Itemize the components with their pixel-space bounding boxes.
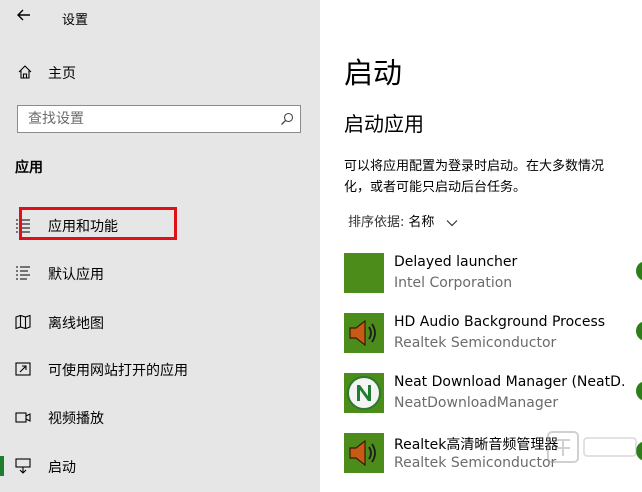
app-publisher: Realtek Semiconductor [394, 455, 557, 471]
sidebar: 设置 主页 应用 应用和功能 默认应用 离线地图 [0, 0, 320, 492]
sort-value: 名称 [408, 215, 435, 230]
sidebar-item-label: 离线地图 [48, 316, 104, 332]
sidebar-item-home[interactable]: 主页 [0, 56, 320, 88]
default-apps-icon [16, 266, 30, 280]
main-content: 启动 启动应用 可以将应用配置为登录时启动。在大多数情况 化，或者可能只启动后台… [320, 0, 642, 492]
description-line: 可以将应用配置为登录时启动。在大多数情况 [344, 159, 605, 174]
app-name: Neat Download Manager (NeatD… [394, 374, 627, 390]
selected-indicator [0, 456, 4, 476]
startup-app-row: Neat Download Manager (NeatD… NeatDownlo… [344, 371, 642, 415]
section-subtitle: 启动应用 [344, 112, 424, 136]
sidebar-item-startup[interactable]: 启动 [0, 446, 320, 486]
speaker-icon [344, 313, 384, 353]
startup-toggle[interactable] [636, 261, 642, 281]
sidebar-item-default-apps[interactable]: 默认应用 [0, 253, 320, 293]
home-label: 主页 [48, 66, 76, 82]
startup-app-row: Delayed launcher Intel Corporation [344, 251, 642, 295]
app-publisher: Intel Corporation [394, 275, 513, 291]
sidebar-item-label: 视频播放 [48, 411, 104, 427]
section-title: 应用 [15, 160, 43, 176]
app-publisher: NeatDownloadManager [394, 395, 559, 411]
apps-for-websites-icon [15, 362, 31, 376]
window-title: 设置 [62, 13, 89, 28]
startup-icon [15, 458, 31, 474]
intel-green-tile-icon [344, 253, 384, 293]
highlight-box [19, 207, 177, 240]
home-icon [18, 65, 32, 79]
startup-toggle[interactable] [636, 321, 642, 341]
chevron-down-icon [446, 219, 457, 226]
sidebar-item-offline-maps[interactable]: 离线地图 [0, 302, 320, 342]
search-input[interactable] [18, 106, 278, 132]
app-name: HD Audio Background Process [394, 314, 606, 330]
description-line: 化，或者可能只启动后台任务。 [344, 180, 527, 195]
app-publisher: Realtek Semiconductor [394, 335, 557, 351]
sidebar-item-video-playback[interactable]: 视频播放 [0, 397, 320, 437]
sidebar-item-label: 可使用网站打开的应用 [48, 363, 188, 379]
search-box[interactable] [17, 105, 301, 133]
search-icon[interactable] [280, 112, 294, 126]
sort-label: 排序依据: [348, 215, 405, 230]
sidebar-item-label: 启动 [48, 460, 76, 476]
app-name: Delayed launcher [394, 254, 518, 270]
neat-download-manager-icon [344, 373, 384, 413]
sidebar-item-apps-for-websites[interactable]: 可使用网站打开的应用 [0, 349, 320, 389]
startup-app-row: HD Audio Background Process Realtek Semi… [344, 311, 642, 355]
sidebar-item-label: 默认应用 [48, 267, 104, 283]
page-title: 启动 [344, 56, 403, 90]
back-arrow-icon[interactable] [14, 5, 34, 25]
video-playback-icon [15, 412, 31, 423]
speaker-icon [344, 433, 384, 473]
sort-dropdown[interactable]: 排序依据: 名称 [348, 211, 458, 230]
watermark-logo [547, 431, 637, 463]
offline-maps-icon [15, 314, 31, 330]
startup-toggle[interactable] [636, 381, 642, 401]
description: 可以将应用配置为登录时启动。在大多数情况 化，或者可能只启动后台任务。 [344, 156, 642, 198]
